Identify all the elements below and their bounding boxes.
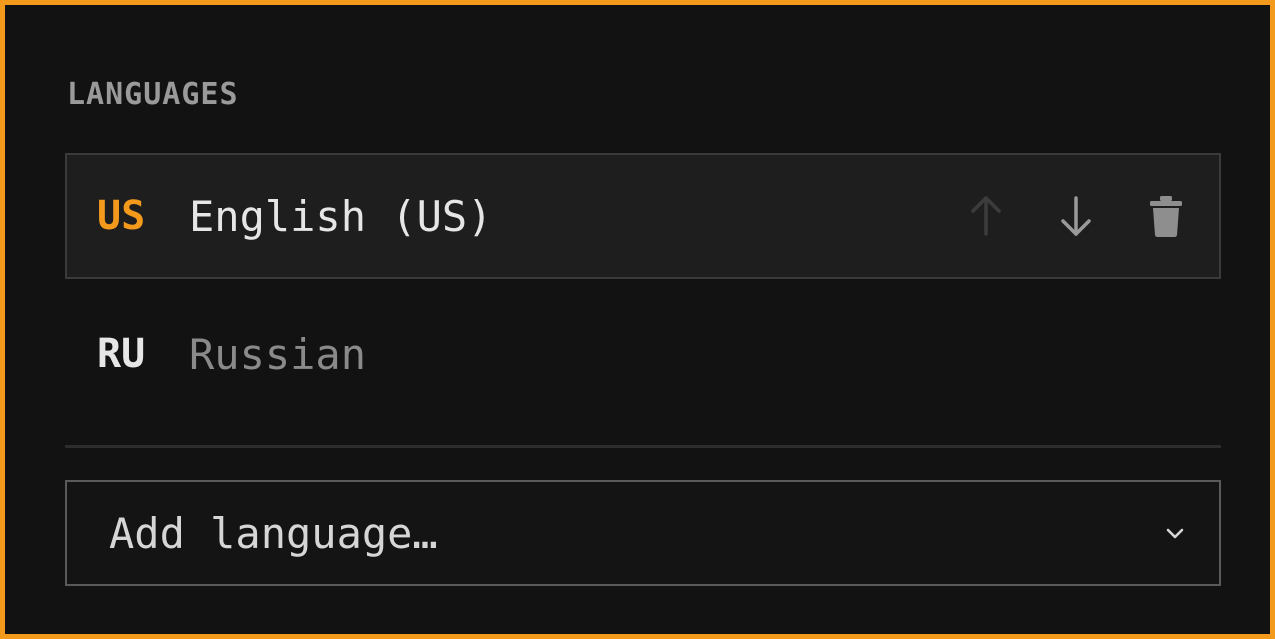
language-code: RU	[97, 331, 146, 377]
language-name: Russian	[189, 329, 367, 379]
arrow-up-icon	[971, 196, 1001, 236]
language-name: English (US)	[189, 191, 493, 241]
language-row-ru[interactable]: RU Russian	[65, 291, 1221, 417]
row-actions	[963, 155, 1189, 277]
trash-icon	[1150, 196, 1182, 237]
add-language-placeholder: Add language…	[109, 508, 438, 558]
language-row-us[interactable]: US English (US)	[65, 153, 1221, 279]
divider	[65, 445, 1221, 448]
chevron-down-icon	[1166, 528, 1184, 539]
delete-button[interactable]	[1143, 193, 1189, 239]
language-code: US	[97, 193, 146, 239]
add-language-select[interactable]: Add language…	[65, 480, 1221, 586]
section-title: LANGUAGES	[67, 77, 239, 112]
move-up-button[interactable]	[963, 193, 1009, 239]
languages-panel: LANGUAGES US English (US) RU Russian Add…	[0, 0, 1275, 639]
move-down-button[interactable]	[1053, 193, 1099, 239]
arrow-down-icon	[1061, 196, 1091, 236]
